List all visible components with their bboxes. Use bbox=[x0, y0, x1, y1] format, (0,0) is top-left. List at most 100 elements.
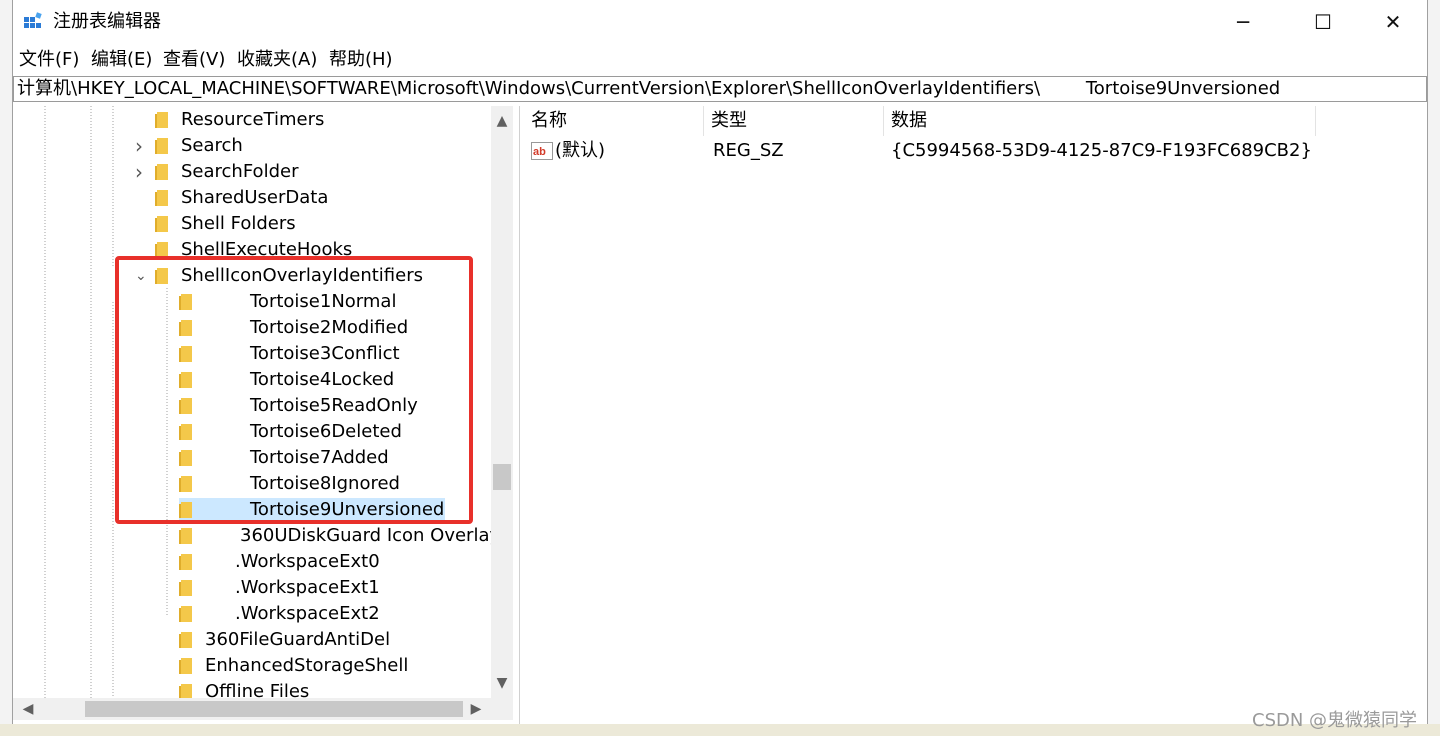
tree-node-label: Tortoise1Normal bbox=[250, 291, 397, 312]
folder-icon bbox=[179, 372, 192, 388]
folder-icon bbox=[179, 502, 192, 518]
tree-node-label: Tortoise3Conflict bbox=[250, 343, 400, 364]
menu-favorites[interactable]: 收藏夹(A) bbox=[237, 48, 317, 72]
folder-icon bbox=[179, 476, 192, 492]
folder-icon bbox=[155, 112, 168, 128]
ab-string-icon: ab bbox=[531, 142, 553, 160]
tree-node[interactable]: Tortoise9Unversioned bbox=[13, 497, 491, 523]
tree-node[interactable]: .WorkspaceExt0 bbox=[13, 549, 491, 575]
folder-icon bbox=[179, 320, 192, 336]
tree-node-label: SearchFolder bbox=[181, 161, 299, 182]
tree-node[interactable]: Tortoise3Conflict bbox=[13, 341, 491, 367]
tree-node-label: ResourceTimers bbox=[181, 109, 325, 130]
tree-node[interactable]: Tortoise2Modified bbox=[13, 315, 491, 341]
folder-icon bbox=[155, 138, 168, 154]
folder-icon bbox=[179, 450, 192, 466]
desktop-background-bottom bbox=[0, 724, 1440, 736]
tree-node[interactable]: 360FileGuardAntiDel bbox=[13, 627, 491, 653]
desktop-background-left bbox=[0, 0, 12, 736]
tree-node[interactable]: Tortoise7Added bbox=[13, 445, 491, 471]
minimize-icon: ─ bbox=[1236, 10, 1250, 34]
tree-node-label: Tortoise2Modified bbox=[250, 317, 409, 338]
scroll-up-icon[interactable]: ▲ bbox=[491, 110, 513, 132]
tree-node[interactable]: .WorkspaceExt2 bbox=[13, 601, 491, 627]
scroll-right-icon[interactable]: ▶ bbox=[465, 698, 487, 720]
tree-node[interactable]: EnhancedStorageShell bbox=[13, 653, 491, 679]
key-tree-pane[interactable]: ResourceTimers › Search › SearchFolder Shared… bbox=[13, 106, 520, 724]
tree-node-label: 360UDiskGuard Icon Overlay bbox=[240, 525, 501, 546]
folder-icon bbox=[179, 658, 192, 674]
column-divider[interactable] bbox=[1315, 106, 1316, 136]
minimize-button[interactable]: ─ bbox=[1209, 0, 1277, 44]
address-bar[interactable]: 计算机\HKEY_LOCAL_MACHINE\SOFTWARE\Microsof… bbox=[13, 76, 1427, 102]
tree-node[interactable]: Shell Folders bbox=[13, 211, 491, 237]
maximize-icon: ☐ bbox=[1314, 10, 1332, 34]
tree-node-label: Tortoise8Ignored bbox=[250, 473, 400, 494]
value-name[interactable]: (默认) bbox=[555, 138, 605, 164]
chevron-right-icon[interactable]: › bbox=[135, 133, 143, 159]
tree-vscroll-thumb[interactable] bbox=[493, 464, 511, 490]
value-data[interactable]: {C5994568-53D9-4125-87C9-F193FC689CB2} bbox=[891, 138, 1312, 164]
menu-help[interactable]: 帮助(H) bbox=[329, 48, 393, 72]
scroll-left-icon[interactable]: ◀ bbox=[17, 698, 39, 720]
chevron-right-icon[interactable]: › bbox=[135, 159, 143, 185]
tree-node[interactable]: .WorkspaceExt1 bbox=[13, 575, 491, 601]
svg-text:ab: ab bbox=[533, 146, 546, 158]
column-header-name[interactable]: 名称 bbox=[531, 106, 567, 136]
folder-icon bbox=[155, 242, 168, 258]
tree-node[interactable]: Tortoise8Ignored bbox=[13, 471, 491, 497]
tree-node-label: Tortoise9Unversioned bbox=[250, 499, 445, 520]
tree-vertical-scrollbar[interactable]: ▲ ▼ bbox=[491, 106, 513, 698]
desktop-background-right bbox=[1428, 0, 1440, 736]
folder-icon bbox=[179, 346, 192, 362]
chevron-down-icon[interactable]: ⌄ bbox=[135, 263, 147, 289]
registry-editor-window: 注册表编辑器 ─ ☐ ✕ 文件(F) 编辑(E) 查看(V) 收藏夹(A) 帮助… bbox=[12, 0, 1428, 724]
tree-node-label: .WorkspaceExt1 bbox=[235, 577, 380, 598]
tree-node-label: 360FileGuardAntiDel bbox=[205, 629, 391, 650]
folder-icon bbox=[155, 190, 168, 206]
maximize-button[interactable]: ☐ bbox=[1289, 0, 1357, 44]
column-divider[interactable] bbox=[883, 106, 884, 136]
tree-node-label: Tortoise4Locked bbox=[250, 369, 395, 390]
column-divider[interactable] bbox=[703, 106, 704, 136]
tree-node[interactable]: SharedUserData bbox=[13, 185, 491, 211]
tree-node[interactable]: ShellExecuteHooks bbox=[13, 237, 491, 263]
tree-node[interactable]: Tortoise4Locked bbox=[13, 367, 491, 393]
tree-node[interactable]: 360UDiskGuard Icon Overlay bbox=[13, 523, 500, 549]
title-bar[interactable]: 注册表编辑器 ─ ☐ ✕ bbox=[13, 0, 1427, 44]
folder-icon bbox=[179, 632, 192, 648]
tree-node[interactable]: Tortoise1Normal bbox=[13, 289, 491, 315]
tree-node-label: Tortoise5ReadOnly bbox=[250, 395, 418, 416]
values-list-pane[interactable]: 名称 类型 数据 ab (默认) REG_SZ {C5994568-53D9-4… bbox=[523, 106, 1427, 724]
menu-file[interactable]: 文件(F) bbox=[19, 48, 79, 72]
folder-icon bbox=[155, 216, 168, 232]
tree-node[interactable]: › SearchFolder bbox=[13, 159, 491, 185]
tree-node[interactable]: ⌄ ShellIconOverlayIdentifiers bbox=[13, 263, 491, 289]
tree-node[interactable]: Tortoise6Deleted bbox=[13, 419, 491, 445]
tree-node-label: Shell Folders bbox=[181, 213, 296, 234]
column-header-type[interactable]: 类型 bbox=[711, 106, 747, 136]
folder-icon bbox=[179, 580, 192, 596]
menu-view[interactable]: 查看(V) bbox=[163, 48, 225, 72]
menu-edit[interactable]: 编辑(E) bbox=[91, 48, 152, 72]
tree-node[interactable]: Tortoise5ReadOnly bbox=[13, 393, 491, 419]
folder-icon bbox=[179, 294, 192, 310]
tree-node[interactable]: ResourceTimers bbox=[13, 107, 491, 133]
folder-icon bbox=[155, 268, 168, 284]
folder-icon bbox=[179, 554, 192, 570]
close-icon: ✕ bbox=[1384, 10, 1402, 34]
tree-node-label: ShellExecuteHooks bbox=[181, 239, 353, 260]
folder-icon bbox=[179, 424, 192, 440]
folder-icon bbox=[179, 606, 192, 622]
scroll-down-icon[interactable]: ▼ bbox=[491, 672, 513, 694]
column-header-data[interactable]: 数据 bbox=[891, 106, 927, 136]
close-button[interactable]: ✕ bbox=[1359, 0, 1427, 44]
folder-icon bbox=[179, 528, 192, 544]
tree-node-label: ShellIconOverlayIdentifiers bbox=[181, 265, 423, 286]
tree-horizontal-scrollbar[interactable]: ◀ ▶ bbox=[13, 698, 513, 720]
tree-node[interactable]: › Search bbox=[13, 133, 491, 159]
tree-hscroll-thumb[interactable] bbox=[85, 701, 463, 717]
tree-node-label: SharedUserData bbox=[181, 187, 329, 208]
folder-icon bbox=[155, 164, 168, 180]
value-type[interactable]: REG_SZ bbox=[713, 138, 784, 164]
